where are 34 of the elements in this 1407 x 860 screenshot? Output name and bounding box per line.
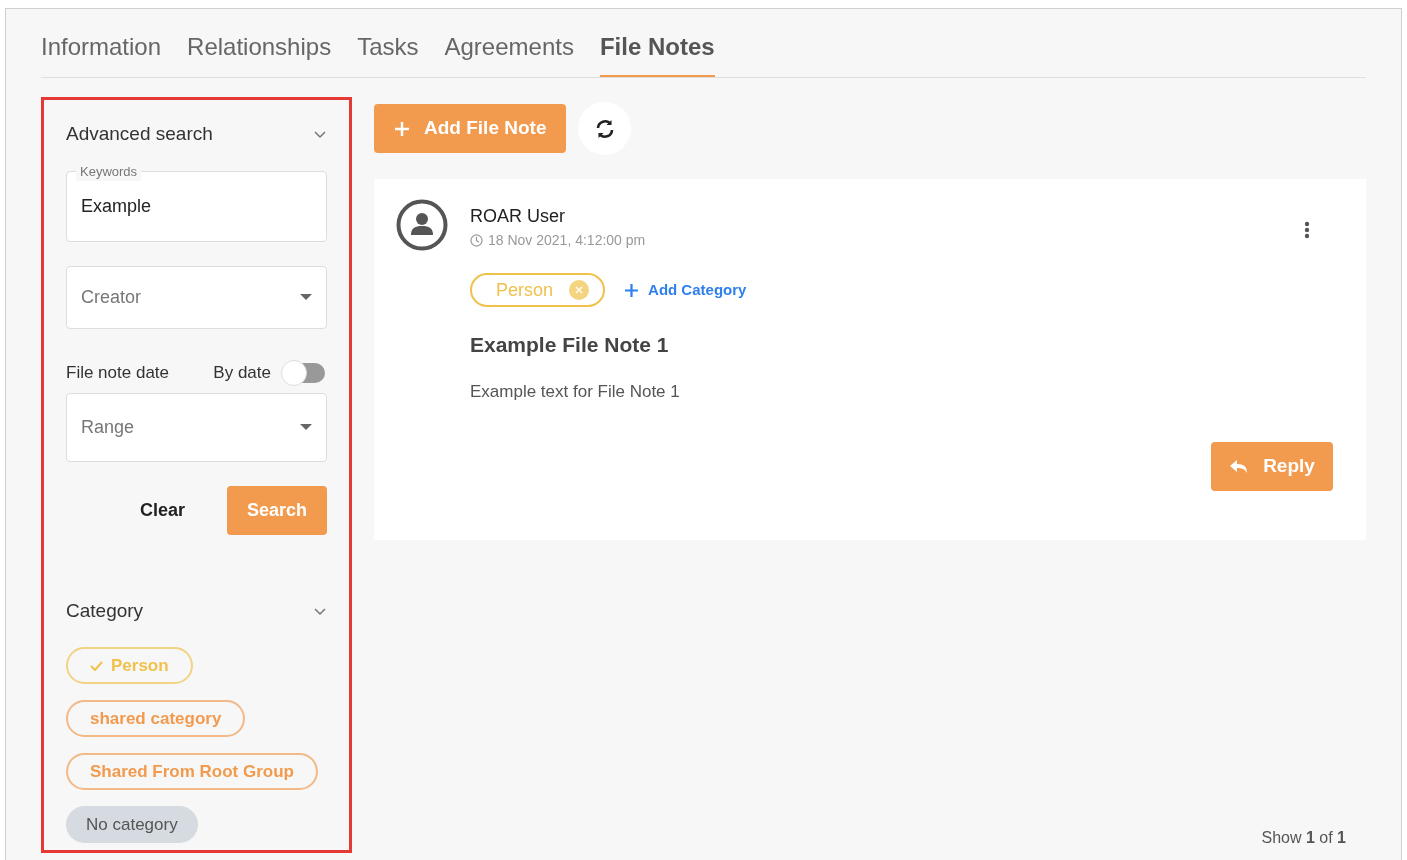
clear-button[interactable]: Clear — [117, 486, 207, 534]
tab[interactable]: Relationships — [187, 29, 332, 77]
caret-icon — [300, 423, 312, 431]
toggle-switch[interactable] — [281, 358, 327, 387]
author-name: ROAR User — [470, 205, 566, 228]
category-chip[interactable]: No category — [66, 806, 198, 843]
date-label: File note date — [66, 361, 169, 384]
more-options-icon[interactable] — [1304, 221, 1310, 239]
creator-dropdown[interactable]: Creator — [66, 265, 327, 329]
chevron-icon[interactable] — [313, 605, 327, 616]
range-dropdown[interactable]: Range — [66, 392, 327, 462]
note-title: Example File Note 1 — [470, 332, 670, 358]
chevron-icon[interactable] — [313, 129, 327, 140]
pagination-text: Show 1 of 1 — [1261, 828, 1346, 848]
user-avatar-icon — [396, 199, 448, 251]
section-title: Category — [66, 598, 144, 623]
plus-icon — [625, 283, 639, 297]
clock-icon — [470, 234, 483, 247]
note-timestamp: 18 Nov 2021, 4:12:00 pm — [488, 231, 646, 250]
chip-label: Person — [496, 278, 554, 302]
refresh-button[interactable] — [578, 102, 632, 155]
refresh-icon — [594, 118, 615, 139]
toggle-label: By date — [213, 361, 271, 384]
plus-icon — [394, 120, 410, 137]
tab[interactable]: Information — [41, 29, 162, 77]
tab[interactable]: Agreements — [444, 29, 574, 77]
caret-icon — [300, 293, 312, 301]
section-title: Advanced search — [66, 122, 213, 146]
note-body: Example text for File Note 1 — [470, 380, 681, 403]
tab[interactable]: Tasks — [357, 29, 419, 77]
tab[interactable]: File Notes — [599, 29, 715, 77]
reply-icon — [1229, 458, 1250, 475]
check-icon — [90, 660, 103, 671]
add-category-link[interactable]: Add Category — [625, 278, 747, 302]
